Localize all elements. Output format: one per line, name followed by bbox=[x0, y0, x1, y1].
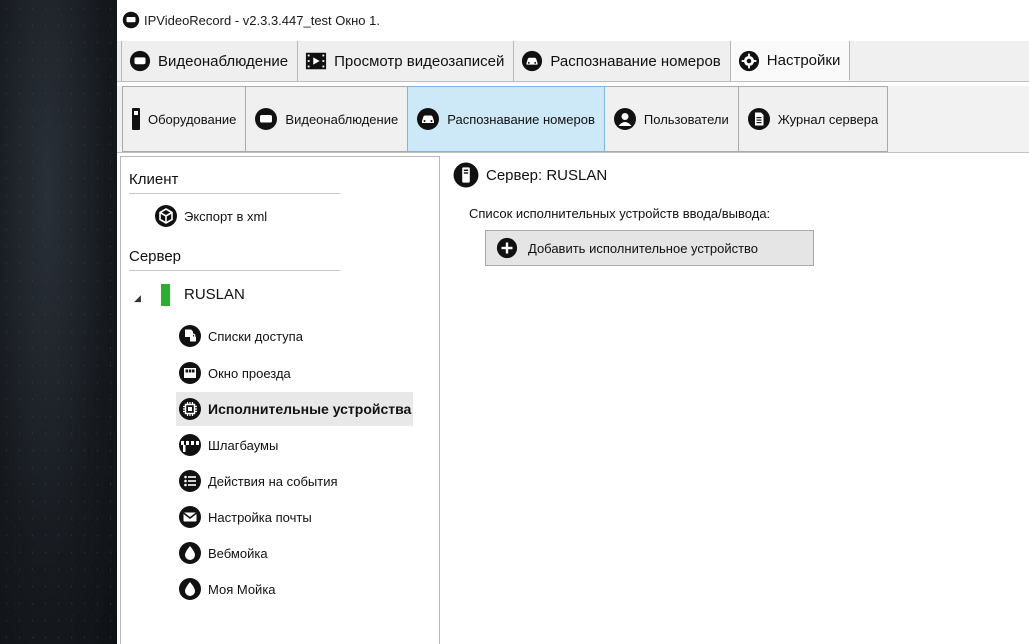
subtab-label: Видеонаблюдение bbox=[285, 111, 399, 127]
subtab-equipment[interactable]: Оборудование bbox=[122, 86, 247, 152]
drop-icon bbox=[179, 578, 201, 600]
chip-icon bbox=[179, 398, 201, 420]
user-icon bbox=[613, 108, 636, 130]
tree-item-access-lists[interactable]: Списки доступа bbox=[178, 324, 303, 348]
mail-icon bbox=[179, 506, 201, 528]
plus-circle-icon bbox=[496, 237, 518, 259]
server-section-header: Сервер bbox=[129, 248, 340, 271]
tree-item-webwash[interactable]: Вебмойка bbox=[178, 541, 268, 565]
tab-video-archive[interactable]: Просмотр видеозаписей bbox=[298, 41, 515, 81]
tree-item-label: Экспорт в xml bbox=[184, 208, 268, 224]
tree-item-label: Вебмойка bbox=[208, 545, 268, 561]
collapse-triangle-icon[interactable]: ◢ bbox=[134, 293, 141, 304]
car-icon bbox=[417, 108, 440, 130]
tree-item-label: Окно проезда bbox=[208, 365, 291, 381]
tree-item-event-actions[interactable]: Действия на события bbox=[178, 469, 338, 493]
monitor-icon bbox=[129, 50, 151, 72]
tree-item-export-xml[interactable]: Экспорт в xml bbox=[154, 204, 267, 228]
tree-item-barriers[interactable]: Шлагбаумы bbox=[178, 433, 278, 457]
add-button-label: Добавить исполнительное устройство bbox=[528, 240, 759, 256]
window-title: IPVideoRecord - v2.3.3.447_test Окно 1. bbox=[144, 12, 380, 28]
tab-plate-recognition[interactable]: Распознавание номеров bbox=[514, 41, 731, 81]
tree-item-my-wash[interactable]: Моя Мойка bbox=[178, 577, 276, 601]
subtab-users[interactable]: Пользователи bbox=[604, 86, 739, 152]
subtab-label: Распознавание номеров bbox=[447, 111, 595, 127]
tree-item-mail-settings[interactable]: Настройка почты bbox=[178, 505, 312, 529]
tree-item-label: Моя Мойка bbox=[208, 581, 276, 597]
access-list-icon bbox=[179, 325, 201, 347]
settings-sub-tab-bar: Оборудование Видеонаблюдение Распознаван… bbox=[117, 86, 1029, 153]
app-monitor-icon bbox=[122, 11, 140, 29]
tree-item-label: Действия на события bbox=[208, 473, 338, 489]
barrier-icon bbox=[179, 434, 201, 456]
car-icon bbox=[522, 50, 543, 72]
subtab-label: Оборудование bbox=[148, 111, 237, 127]
cube-icon bbox=[155, 205, 177, 227]
tab-videonablyudenie[interactable]: Видеонаблюдение bbox=[121, 41, 299, 81]
server-status-indicator bbox=[161, 284, 170, 306]
tab-label: Распознавание номеров bbox=[550, 52, 721, 70]
main-tab-bar: Видеонаблюдение Просмотр видеозаписей Ра… bbox=[117, 41, 1029, 82]
device-icon bbox=[132, 108, 140, 130]
subtab-label: Журнал сервера bbox=[777, 111, 879, 127]
server-heading-label: Сервер: RUSLAN bbox=[486, 166, 608, 184]
tree-item-label: Шлагбаумы bbox=[208, 437, 279, 453]
tree-item-passage-window[interactable]: Окно проезда bbox=[178, 361, 291, 385]
subtab-plate-recognition[interactable]: Распознавание номеров bbox=[408, 86, 605, 152]
list-icon bbox=[179, 470, 201, 492]
tree-item-label: Списки доступа bbox=[208, 328, 303, 344]
tree-item-executive-devices[interactable]: Исполнительные устройства bbox=[176, 392, 414, 426]
gear-icon bbox=[738, 50, 759, 71]
tree-item-label: Настройка почты bbox=[208, 509, 312, 525]
io-devices-list-label: Список исполнительных устройств ввода/вы… bbox=[469, 206, 771, 221]
tree-item-label: Исполнительные устройства bbox=[208, 401, 412, 417]
tab-label: Видеонаблюдение bbox=[158, 52, 289, 70]
tab-settings[interactable]: Настройки bbox=[730, 41, 851, 81]
desktop-background bbox=[0, 0, 117, 644]
subtab-server-log[interactable]: Журнал сервера bbox=[738, 86, 889, 152]
subtab-label: Пользователи bbox=[643, 111, 729, 127]
log-icon bbox=[747, 108, 770, 130]
film-icon bbox=[306, 52, 327, 70]
drop-icon bbox=[179, 542, 201, 564]
tree-server-node[interactable]: RUSLAN bbox=[184, 286, 245, 303]
client-section-header: Клиент bbox=[129, 171, 340, 194]
tab-label: Настройки bbox=[766, 52, 841, 69]
settings-tree-panel: Клиент Экспорт в xml Сервер ◢ RUSLAN Спи… bbox=[120, 156, 440, 644]
title-bar: IPVideoRecord - v2.3.3.447_test Окно 1. bbox=[117, 0, 1029, 40]
server-icon bbox=[453, 162, 479, 188]
subtab-video-surveillance[interactable]: Видеонаблюдение bbox=[246, 86, 409, 152]
tab-label: Просмотр видеозаписей bbox=[334, 52, 505, 70]
monitor-icon bbox=[255, 108, 278, 130]
content-server-heading: Сервер: RUSLAN bbox=[453, 162, 607, 188]
window-icon bbox=[179, 362, 201, 384]
add-executive-device-button[interactable]: Добавить исполнительное устройство bbox=[485, 230, 814, 266]
app-window: IPVideoRecord - v2.3.3.447_test Окно 1. … bbox=[117, 0, 1029, 644]
